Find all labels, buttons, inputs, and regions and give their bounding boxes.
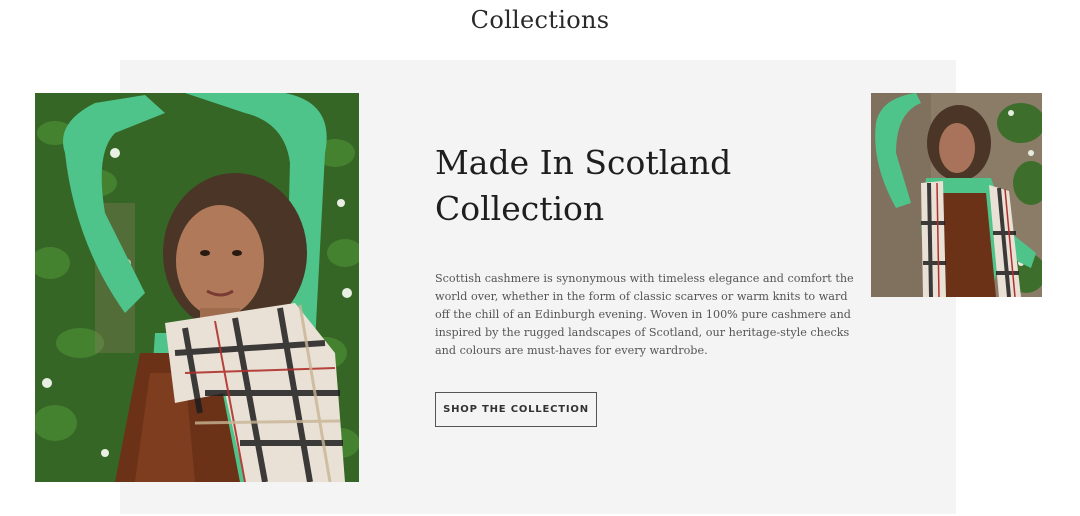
- collection-description: Scottish cashmere is synonymous with tim…: [435, 272, 854, 357]
- collection-headline: Made In Scotland Collection: [435, 143, 732, 228]
- main-collection-photo[interactable]: [35, 93, 359, 482]
- section-title: Collections: [470, 6, 610, 34]
- side-photo-illustration: [871, 93, 1042, 297]
- main-photo-illustration: [35, 93, 359, 482]
- shop-the-collection-button[interactable]: SHOP THE COLLECTION: [435, 392, 597, 427]
- secondary-collection-photo[interactable]: [871, 93, 1042, 297]
